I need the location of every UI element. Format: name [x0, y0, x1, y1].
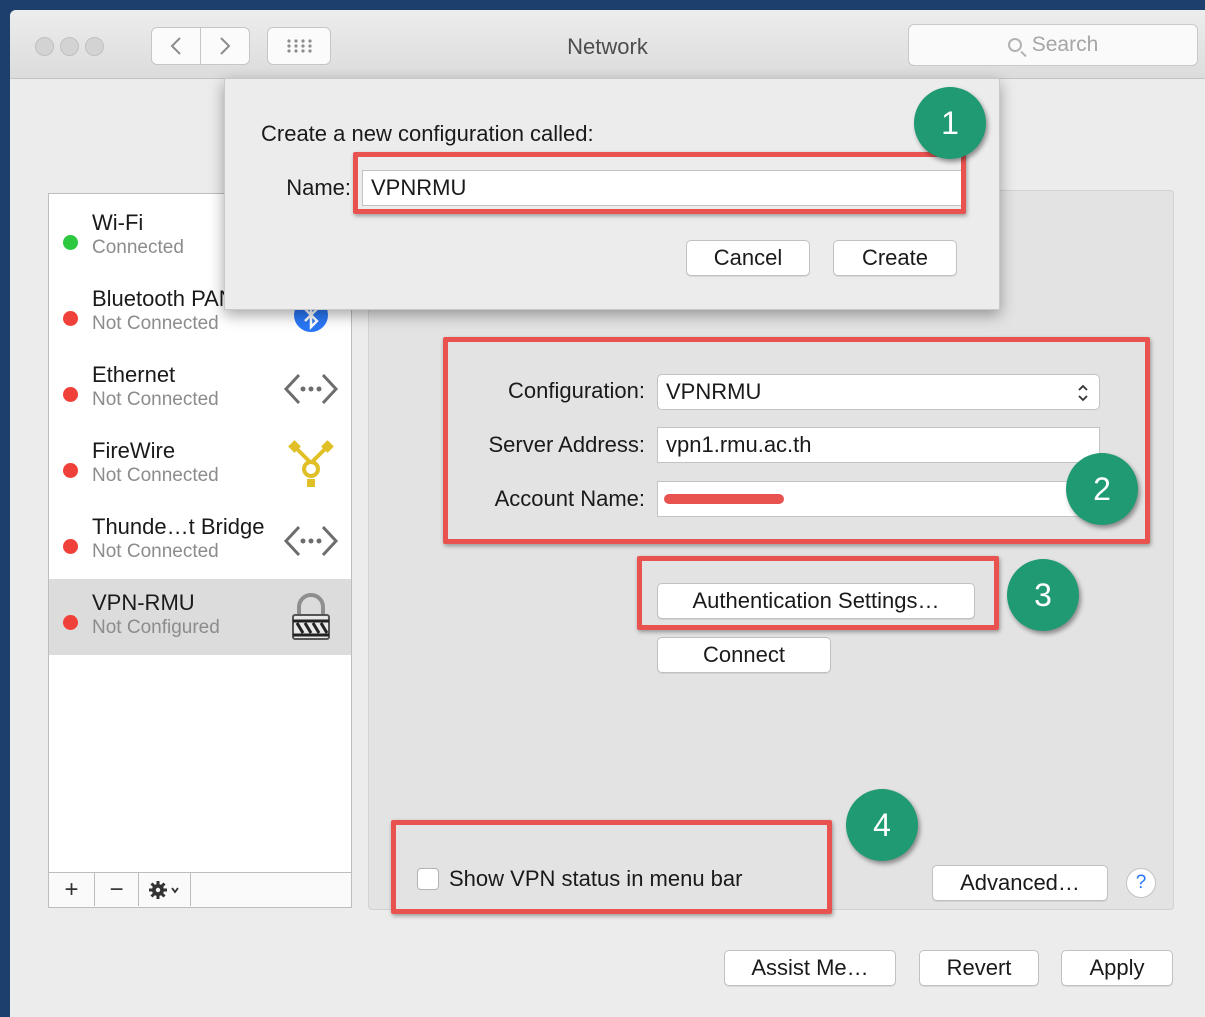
- help-button[interactable]: ?: [1126, 868, 1156, 898]
- status-dot: [63, 311, 78, 326]
- revert-button[interactable]: Revert: [919, 950, 1039, 986]
- highlight-box-1: [353, 152, 966, 214]
- service-actions-button[interactable]: [139, 873, 191, 906]
- assist-me-button[interactable]: Assist Me…: [724, 950, 896, 986]
- service-vpn-rmu[interactable]: VPN-RMU Not Configured: [49, 579, 351, 655]
- annotation-badge-1: 1: [914, 87, 986, 159]
- lock-icon: [292, 593, 330, 640]
- status-dot: [63, 539, 78, 554]
- status-dot: [63, 463, 78, 478]
- title-bar: Network Search: [10, 10, 1205, 79]
- service-status: Connected: [92, 237, 184, 258]
- highlight-box-3: [637, 556, 999, 630]
- service-status: Not Connected: [92, 313, 219, 334]
- firewire-icon: [288, 440, 334, 487]
- service-name: Bluetooth PAN: [92, 286, 235, 311]
- remove-service-button[interactable]: −: [95, 873, 139, 906]
- service-name: FireWire: [92, 438, 176, 463]
- search-placeholder: Search: [1031, 33, 1099, 56]
- service-firewire[interactable]: FireWire Not Connected: [49, 427, 351, 503]
- service-name: Ethernet: [92, 362, 176, 387]
- service-name: Thunde…t Bridge: [92, 514, 265, 539]
- service-thunderbolt-bridge[interactable]: Thunde…t Bridge Not Connected: [49, 503, 351, 579]
- gear-icon: [148, 880, 179, 899]
- status-dot: [63, 387, 78, 402]
- highlight-box-2: [443, 337, 1150, 544]
- service-name: VPN-RMU: [92, 590, 195, 615]
- service-status: Not Configured: [92, 617, 220, 638]
- advanced-button[interactable]: Advanced…: [932, 865, 1108, 901]
- sheet-prompt: Create a new configuration called:: [261, 121, 594, 146]
- annotation-badge-2: 2: [1066, 453, 1138, 525]
- service-status: Not Connected: [92, 541, 219, 562]
- search-field[interactable]: Search: [908, 24, 1198, 66]
- add-service-button[interactable]: +: [49, 873, 95, 906]
- connect-button[interactable]: Connect: [657, 637, 831, 673]
- cancel-button[interactable]: Cancel: [686, 240, 810, 276]
- service-name: Wi-Fi: [92, 210, 144, 235]
- status-dot: [63, 615, 78, 630]
- service-status: Not Connected: [92, 389, 219, 410]
- annotation-badge-4: 4: [846, 789, 918, 861]
- search-icon: [1007, 38, 1022, 52]
- service-list-toolbar: + −: [49, 872, 351, 907]
- apply-button[interactable]: Apply: [1061, 950, 1173, 986]
- ethernet-icon: [283, 373, 339, 405]
- create-button[interactable]: Create: [833, 240, 957, 276]
- annotation-badge-3: 3: [1007, 559, 1079, 631]
- highlight-box-4: [391, 820, 832, 914]
- name-label: Name:: [286, 175, 351, 200]
- service-status: Not Connected: [92, 465, 219, 486]
- network-window: Network Search Wi-Fi Connected Bluetooth…: [10, 10, 1205, 1017]
- ethernet-icon: [283, 525, 339, 557]
- service-ethernet[interactable]: Ethernet Not Connected: [49, 351, 351, 427]
- status-dot: [63, 235, 78, 250]
